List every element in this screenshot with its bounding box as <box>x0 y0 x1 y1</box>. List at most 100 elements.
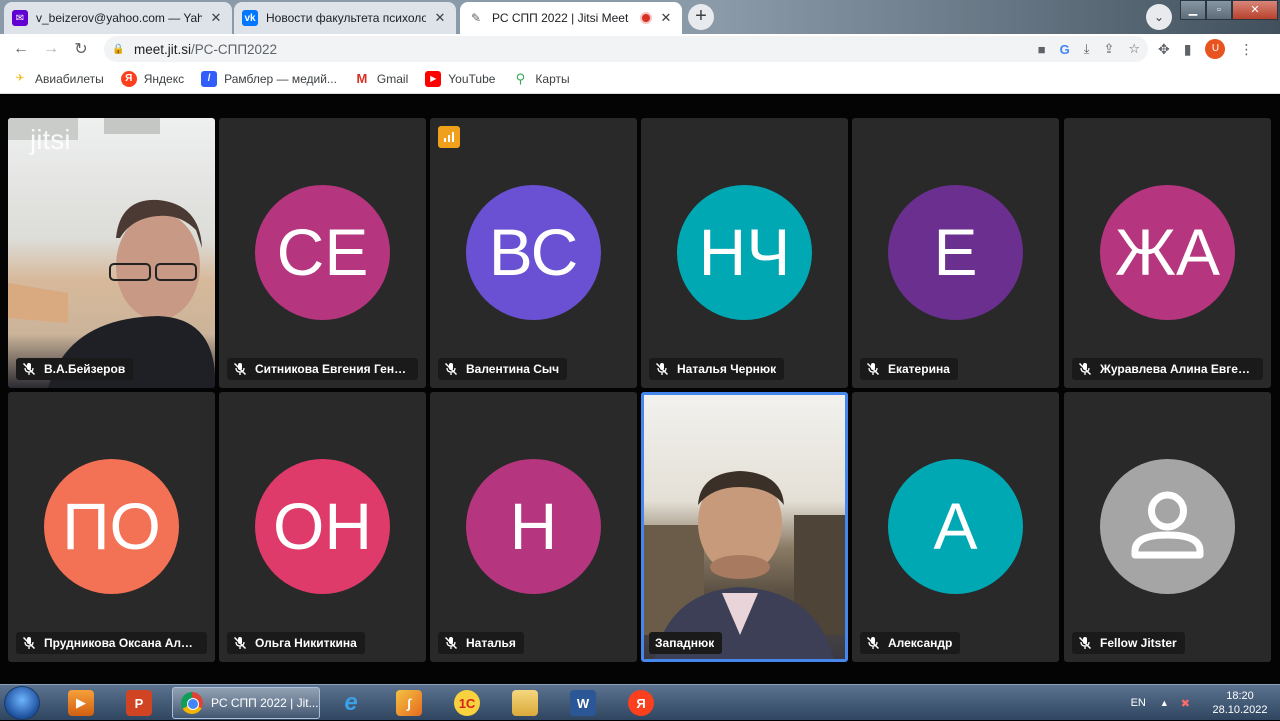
jitsi-icon: ✎ <box>470 11 482 25</box>
bookmark-gmail[interactable]: M Gmail <box>354 71 409 87</box>
participant-tile[interactable]: Fellow Jitster <box>1064 392 1271 662</box>
participant-avatar: ОН <box>255 459 390 594</box>
participant-name: Журавлева Алина Евгень... <box>1100 362 1255 376</box>
tab-strip: ✉ v_beizerov@yahoo.com — Yahoo ✕ vk Ново… <box>0 0 1280 34</box>
participant-tile[interactable]: Н Наталья <box>430 392 637 662</box>
bookmark-label: Авиабилеты <box>35 71 104 86</box>
clock-time: 18:20 <box>1226 690 1254 702</box>
bookmark-rambler[interactable]: / Рамблер — медий... <box>201 70 337 87</box>
google-translate-icon[interactable]: G <box>1060 42 1070 57</box>
bookmark-yandex[interactable]: Я Яндекс <box>120 70 184 87</box>
participant-name: Ситникова Евгения Генна... <box>255 362 410 376</box>
participant-tile[interactable]: ПО Прудникова Оксана Алекс... <box>8 392 215 662</box>
clock-date: 28.10.2022 <box>1212 704 1268 716</box>
language-indicator[interactable]: EN <box>1131 697 1146 709</box>
bookmark-karty[interactable]: ⚲ Карты <box>512 70 570 87</box>
bookmark-aviabilety[interactable]: ✈ Авиабилеты <box>12 71 104 87</box>
mic-muted-icon <box>1078 362 1092 376</box>
participant-tile[interactable]: Е Екатерина <box>852 118 1059 388</box>
participant-tile[interactable]: А Александр <box>852 392 1059 662</box>
participant-name: Наталья <box>466 636 516 650</box>
participant-nametag: Прудникова Оксана Алекс... <box>16 632 207 654</box>
new-tab-button[interactable]: + <box>688 4 714 30</box>
chrome-icon <box>181 692 203 714</box>
install-app-icon[interactable]: ⤓ <box>1084 41 1090 57</box>
tray-expand-icon[interactable]: ▲ <box>1160 698 1169 708</box>
participant-tile-video[interactable]: jitsi В.А.Бейзеров <box>8 118 215 388</box>
media-player-icon[interactable]: ▶ <box>56 688 106 718</box>
mic-muted-icon <box>233 636 247 650</box>
camera-icon[interactable]: ■ <box>1038 42 1046 57</box>
yandex-browser-icon[interactable]: Я <box>616 688 666 718</box>
mic-muted-icon <box>233 362 247 376</box>
minimize-button[interactable]: ▁ <box>1180 0 1206 20</box>
tab-yahoo-mail[interactable]: ✉ v_beizerov@yahoo.com — Yahoo ✕ <box>4 2 232 34</box>
participant-tile[interactable]: СЕ Ситникова Евгения Генна... <box>219 118 426 388</box>
participant-name: Екатерина <box>888 362 950 376</box>
default-user-avatar-icon <box>1100 459 1235 594</box>
tab-search-chevron-icon[interactable]: ⌄ <box>1146 4 1172 30</box>
start-button[interactable] <box>4 686 40 720</box>
close-icon[interactable]: ✕ <box>432 10 448 26</box>
window-controls: ▁ ▫ ✕ <box>1180 0 1278 20</box>
mic-muted-icon <box>866 362 880 376</box>
lock-icon[interactable]: 🔒 <box>112 44 126 55</box>
word-icon[interactable]: W <box>558 688 608 718</box>
participant-tile[interactable]: ЖА Журавлева Алина Евгень... <box>1064 118 1271 388</box>
participant-tile[interactable]: НЧ Наталья Чернюк <box>641 118 848 388</box>
youtube-icon: ▶ <box>425 70 442 87</box>
participant-avatar: Н <box>466 459 601 594</box>
address-bar[interactable]: 🔒 meet.jit.si/РС-СПП2022 ■ G ⤓ ⇪ ☆ <box>104 36 1148 62</box>
participant-name: Наталья Чернюк <box>677 362 777 376</box>
taskbar-chrome-window[interactable]: РС СПП 2022 | Jit... <box>172 687 320 719</box>
forward-arrow-icon[interactable]: → <box>36 34 66 64</box>
maximize-button[interactable]: ▫ <box>1206 0 1232 20</box>
gmail-icon: M <box>356 71 368 86</box>
system-tray: EN ▲ ✖ 18:20 28.10.2022 <box>1131 685 1280 721</box>
tab-title: РС СПП 2022 | Jitsi Meet <box>492 11 629 25</box>
participant-tile-active-speaker[interactable]: Западнюк <box>641 392 848 662</box>
file-explorer-icon[interactable] <box>500 688 550 718</box>
bookmark-star-icon[interactable]: ☆ <box>1128 41 1140 57</box>
omnibox-actions: ■ G ⤓ ⇪ ☆ <box>1038 36 1140 62</box>
participant-tile[interactable]: ОН Ольга Никиткина <box>219 392 426 662</box>
participant-name: Прудникова Оксана Алекс... <box>44 636 199 650</box>
taskbar-window-title: РС СПП 2022 | Jit... <box>211 696 319 710</box>
mic-muted-icon <box>22 362 36 376</box>
participant-name: Западнюк <box>655 636 715 650</box>
kebab-menu-icon[interactable]: ⋮ <box>1239 41 1253 58</box>
tab-jitsi-meet[interactable]: ✎ РС СПП 2022 | Jitsi Meet ✕ <box>460 2 682 34</box>
share-icon[interactable]: ⇪ <box>1103 41 1114 57</box>
jitsi-watermark[interactable]: jitsi <box>30 124 70 156</box>
system-clock[interactable]: 18:20 28.10.2022 <box>1200 689 1280 717</box>
participant-nametag: Западнюк <box>649 632 723 654</box>
maps-pin-icon: ⚲ <box>515 70 526 86</box>
participant-tile[interactable]: ВС Валентина Сыч <box>430 118 637 388</box>
participant-nametag: В.А.Бейзеров <box>16 358 134 380</box>
app-icon[interactable]: ∫ <box>384 688 434 718</box>
participant-nametag: Ольга Никиткина <box>227 632 365 654</box>
participant-nametag: Fellow Jitster <box>1072 632 1185 654</box>
internet-explorer-icon[interactable]: e <box>326 688 376 718</box>
powerpoint-icon[interactable]: P <box>114 688 164 718</box>
bookmark-youtube[interactable]: ▶ YouTube <box>425 70 495 87</box>
network-error-icon[interactable]: ✖ <box>1181 697 1190 710</box>
profile-avatar[interactable]: U <box>1205 39 1226 59</box>
participant-name: Ольга Никиткина <box>255 636 357 650</box>
tab-vk-news[interactable]: vk Новости факультета психологии ✕ <box>234 2 456 34</box>
participant-nametag: Александр <box>860 632 961 654</box>
participant-video-feed <box>644 471 845 659</box>
participant-nametag: Ситникова Евгения Генна... <box>227 358 418 380</box>
1c-icon[interactable]: 1С <box>442 688 492 718</box>
reload-icon[interactable]: ↻ <box>66 34 96 64</box>
close-icon[interactable]: ✕ <box>658 10 674 26</box>
back-arrow-icon[interactable]: ← <box>6 34 36 64</box>
close-window-button[interactable]: ✕ <box>1232 0 1278 20</box>
connection-stats-icon[interactable] <box>438 126 460 148</box>
participant-avatar: ЖА <box>1100 185 1235 320</box>
participant-nametag: Валентина Сыч <box>438 358 568 380</box>
extensions-puzzle-icon[interactable]: ✥ <box>1158 41 1170 58</box>
side-panel-icon[interactable]: ▮ <box>1184 41 1192 58</box>
close-icon[interactable]: ✕ <box>208 10 224 26</box>
mic-muted-icon <box>1078 636 1092 650</box>
